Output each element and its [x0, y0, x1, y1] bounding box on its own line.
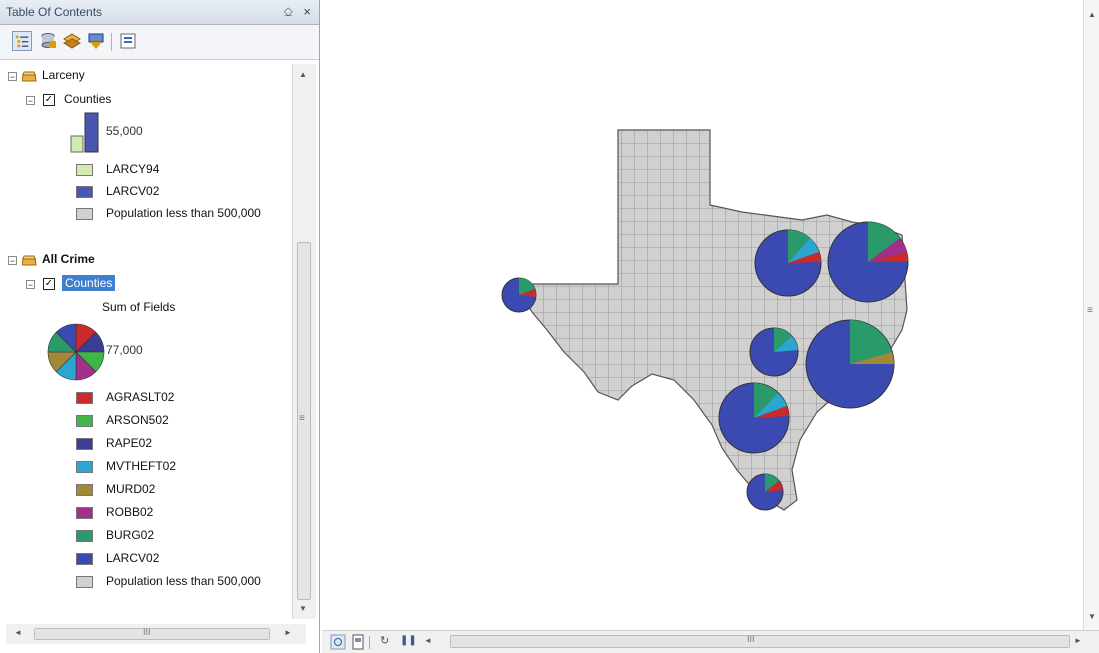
- scroll-left-icon[interactable]: ◄: [14, 628, 22, 637]
- legend-swatch: [76, 576, 93, 588]
- bar-separator: [369, 636, 370, 649]
- chart-size-value: 55,000: [106, 124, 143, 138]
- layer-counties-label-selected[interactable]: Counties: [62, 275, 116, 291]
- options-icon[interactable]: [118, 31, 138, 51]
- map-bottom-bar: ↻ ❚❚ ◄ III ►: [322, 630, 1099, 653]
- legend-label: ROBB02: [106, 505, 154, 519]
- grip-icon: ≡: [1087, 305, 1093, 316]
- legend-swatch: [76, 186, 93, 198]
- legend-label: BURG02: [106, 528, 155, 542]
- scroll-left-icon[interactable]: ◄: [424, 636, 432, 645]
- table-of-contents-panel: Table Of Contents ⎐ × − Larceny − ✓ Coun…: [0, 0, 320, 653]
- toolbar-separator: [111, 33, 112, 51]
- legend-swatch: [76, 164, 93, 176]
- toc-title: Table Of Contents: [6, 5, 103, 19]
- legend-label: LARCV02: [106, 551, 160, 565]
- legend-swatch: [76, 461, 93, 473]
- legend-swatch: [76, 507, 93, 519]
- renderer-caption: Sum of Fields: [102, 300, 176, 314]
- map-display[interactable]: ▲ ≡ ▼ ↻ ❚❚ ◄ III ►: [322, 0, 1099, 653]
- toc-vertical-scrollbar[interactable]: ▲ ≡ ▼: [292, 64, 316, 619]
- legend-swatch: [76, 530, 93, 542]
- scroll-down-icon[interactable]: ▼: [299, 604, 307, 613]
- pause-icon[interactable]: ❚❚: [400, 635, 417, 646]
- legend-label: MURD02: [106, 482, 156, 496]
- layout-view-icon[interactable]: [350, 634, 366, 650]
- pie-chart-legend-symbol: [47, 323, 105, 381]
- grip-icon: III: [747, 634, 755, 644]
- legend-label: LARCY94: [106, 162, 160, 176]
- legend-label: Population less than 500,000: [106, 574, 261, 588]
- scroll-thumb[interactable]: ≡: [297, 242, 311, 600]
- group-layer-icon: [22, 255, 37, 266]
- collapse-all-crime-icon[interactable]: −: [8, 256, 17, 266]
- pie-chart-symbol[interactable]: [805, 319, 895, 409]
- bar-chart-legend-symbol: [70, 112, 99, 153]
- scroll-right-icon[interactable]: ►: [1074, 636, 1082, 645]
- refresh-icon[interactable]: ↻: [380, 634, 389, 647]
- legend-swatch: [76, 553, 93, 565]
- texas-map[interactable]: [322, 0, 1082, 630]
- legend-label: LARCV02: [106, 184, 160, 198]
- collapse-counties-icon[interactable]: −: [26, 280, 35, 290]
- pie-chart-symbol[interactable]: [749, 327, 799, 377]
- scroll-up-icon[interactable]: ▲: [299, 70, 307, 79]
- map-vertical-scrollbar[interactable]: ▲ ≡ ▼: [1083, 0, 1099, 630]
- pie-chart-symbol[interactable]: [827, 221, 909, 303]
- legend-swatch: [76, 415, 93, 427]
- grip-icon: ≡: [299, 413, 305, 424]
- list-by-drawing-order-icon[interactable]: [12, 31, 32, 51]
- legend-swatch: [76, 208, 93, 220]
- pie-chart-symbol[interactable]: [754, 229, 822, 297]
- collapse-counties-icon[interactable]: −: [26, 96, 35, 106]
- scroll-down-icon[interactable]: ▼: [1088, 612, 1096, 621]
- pie-chart-symbol[interactable]: [501, 277, 537, 313]
- legend-swatch: [76, 438, 93, 450]
- chart-size-value: 77,000: [106, 343, 143, 357]
- legend-label: ARSON502: [106, 413, 169, 427]
- list-by-source-icon[interactable]: [38, 31, 58, 51]
- close-icon[interactable]: ×: [303, 0, 311, 24]
- legend-label: Population less than 500,000: [106, 206, 261, 220]
- toc-title-bar: Table Of Contents ⎐ ×: [0, 0, 319, 25]
- list-by-selection-icon[interactable]: [86, 31, 106, 51]
- grip-icon: III: [143, 627, 151, 637]
- group-larceny-label[interactable]: Larceny: [42, 68, 85, 82]
- scroll-thumb[interactable]: III: [34, 627, 270, 640]
- pie-chart-symbol[interactable]: [718, 382, 790, 454]
- legend-label: MVTHEFT02: [106, 459, 177, 473]
- toc-toolbar: [0, 25, 319, 60]
- pin-icon[interactable]: ⎐: [284, 0, 293, 24]
- legend-label: RAPE02: [106, 436, 153, 450]
- scroll-right-icon[interactable]: ►: [284, 628, 292, 637]
- legend-swatch: [76, 392, 93, 404]
- pie-chart-symbol[interactable]: [746, 473, 784, 511]
- layer-counties-label[interactable]: Counties: [64, 92, 111, 106]
- toc-horizontal-scrollbar[interactable]: ◄ III ►: [6, 624, 306, 644]
- legend-label: AGRASLT02: [106, 390, 175, 404]
- data-view-icon[interactable]: [330, 634, 346, 650]
- group-all-crime-label[interactable]: All Crime: [42, 252, 95, 266]
- layer-tree: − Larceny − ✓ Counties 55,000 LARCY94 LA…: [6, 64, 292, 619]
- scroll-up-icon[interactable]: ▲: [1088, 10, 1096, 19]
- legend-swatch: [76, 484, 93, 496]
- scroll-thumb[interactable]: III: [450, 634, 1070, 648]
- list-by-visibility-icon[interactable]: [62, 31, 82, 51]
- collapse-larceny-icon[interactable]: −: [8, 72, 17, 82]
- group-layer-icon: [22, 71, 37, 82]
- counties-visibility-checkbox[interactable]: ✓: [43, 94, 55, 106]
- counties-visibility-checkbox[interactable]: ✓: [43, 278, 55, 290]
